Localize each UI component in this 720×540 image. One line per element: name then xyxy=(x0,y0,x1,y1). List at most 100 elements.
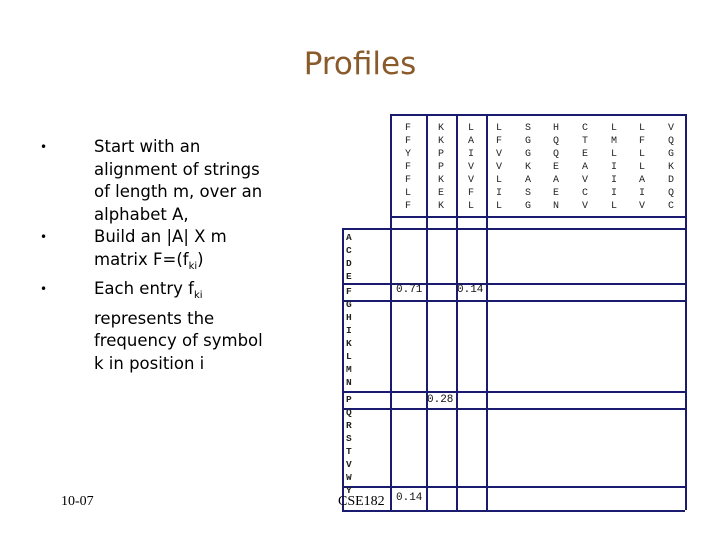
alignment-column: VQGKDQC xyxy=(661,122,681,213)
alignment-letter: V xyxy=(581,175,588,186)
alignment-column: SGGKASG xyxy=(518,122,538,213)
row-label: M xyxy=(346,364,352,375)
grid-line-v xyxy=(486,114,488,510)
alignment-letter: E xyxy=(552,162,559,173)
profile-value: 0.14 xyxy=(457,284,484,296)
alignment-letter: H xyxy=(552,123,559,134)
grid-line-h xyxy=(342,283,685,285)
row-label: A xyxy=(346,232,352,243)
bullet-text: frequency of symbol xyxy=(94,331,263,350)
alignment-letter: A xyxy=(524,175,531,186)
bullet-text: matrix F=(f xyxy=(94,249,189,269)
bullet-text: k in position i xyxy=(94,353,205,373)
row-label: D xyxy=(346,258,352,269)
alignment-letter: A xyxy=(552,175,559,186)
bullet-icon: • xyxy=(40,140,48,154)
grid-line-v xyxy=(426,114,428,510)
alignment-letter: Y xyxy=(404,149,411,160)
alignment-letter: P xyxy=(437,162,444,173)
alignment-letter: T xyxy=(581,136,588,147)
alignment-letter: V xyxy=(467,162,474,173)
row-label: G xyxy=(346,299,352,310)
bullet-text: of length m, over an xyxy=(94,182,263,201)
alignment-letter: G xyxy=(524,201,531,212)
alignment-column: KKPPKEK xyxy=(431,122,451,213)
alignment-letter: M xyxy=(610,136,617,147)
alignment-column: LFVVLIL xyxy=(489,122,509,213)
bullet-icon: • xyxy=(40,230,48,244)
row-label: C xyxy=(346,245,352,256)
alignment-letter: A xyxy=(581,162,588,173)
row-label: R xyxy=(346,420,352,431)
alignment-column: HQQEAEN xyxy=(546,122,566,213)
alignment-letter: L xyxy=(467,123,474,134)
alignment-letter: L xyxy=(638,123,645,134)
alignment-letter: L xyxy=(610,123,617,134)
alignment-letter: L xyxy=(404,188,411,199)
alignment-column: CTEAVCV xyxy=(575,122,595,213)
bullet-text: alignment of strings xyxy=(94,159,260,179)
alignment-letter: C xyxy=(581,123,588,134)
row-label: F xyxy=(346,286,352,297)
alignment-letter: K xyxy=(437,201,444,212)
alignment-letter: A xyxy=(467,136,474,147)
alignment-letter: F xyxy=(404,123,411,134)
grid-line-v xyxy=(456,114,458,510)
row-label: H xyxy=(346,312,352,323)
alignment-letter: C xyxy=(581,188,588,199)
alignment-column: LMLIIIL xyxy=(604,122,624,213)
alignment-column: LFLLAIV xyxy=(632,122,652,213)
alignment-letter: F xyxy=(467,188,474,199)
alignment-letter: S xyxy=(524,188,531,199)
alignment-letter: Q xyxy=(552,149,559,160)
alignment-letter: Q xyxy=(667,188,674,199)
alignment-letter: K xyxy=(437,175,444,186)
alignment-letter: L xyxy=(638,162,645,173)
row-label: S xyxy=(346,433,352,444)
alignment-letter: F xyxy=(404,162,411,173)
alignment-letter: A xyxy=(638,175,645,186)
alignment-letter: I xyxy=(495,188,502,199)
row-label: L xyxy=(346,351,352,362)
alignment-letter: V xyxy=(667,123,674,134)
bullet-text: represents the xyxy=(94,308,215,328)
bullet-text: Each entry f xyxy=(94,279,194,298)
row-label: E xyxy=(346,271,352,282)
alignment-letter: F xyxy=(404,201,411,212)
grid-line-v xyxy=(685,114,687,510)
alignment-letter: I xyxy=(610,175,617,186)
row-label: I xyxy=(346,325,352,336)
row-label: N xyxy=(346,377,352,388)
bullet-item: • Build an |A| X m matrix F=(fki) xyxy=(40,226,310,278)
grid-line-h xyxy=(342,486,685,488)
alignment-letter: G xyxy=(667,149,674,160)
alignment-letter: K xyxy=(437,136,444,147)
alignment-letter: K xyxy=(524,162,531,173)
subscript: ki xyxy=(194,290,203,301)
alignment-letter: E xyxy=(437,188,444,199)
alignment-letter: V xyxy=(467,175,474,186)
alignment-letter: L xyxy=(610,149,617,160)
alignment-letter: G xyxy=(524,149,531,160)
alignment-letter: Q xyxy=(552,136,559,147)
alignment-letter: N xyxy=(552,201,559,212)
alignment-letter: F xyxy=(404,175,411,186)
grid-line-h xyxy=(342,391,685,393)
alignment-letter: I xyxy=(610,188,617,199)
alignment-letter: V xyxy=(638,201,645,212)
grid-line-v xyxy=(390,114,392,510)
row-label: T xyxy=(346,446,352,457)
alignment-letter: L xyxy=(638,149,645,160)
row-label: Q xyxy=(346,407,352,418)
alignment-letter: K xyxy=(437,123,444,134)
slide-title: Profiles xyxy=(303,46,417,82)
alignment-letter: F xyxy=(404,136,411,147)
alignment-letter: F xyxy=(495,136,502,147)
alignment-letter: I xyxy=(610,162,617,173)
grid-line-h xyxy=(342,408,685,410)
alignment-letter: L xyxy=(610,201,617,212)
footer-date: 10-07 xyxy=(61,494,94,509)
row-label: K xyxy=(346,338,352,349)
profile-value: 0.28 xyxy=(427,394,454,406)
alignment-letter: V xyxy=(581,201,588,212)
